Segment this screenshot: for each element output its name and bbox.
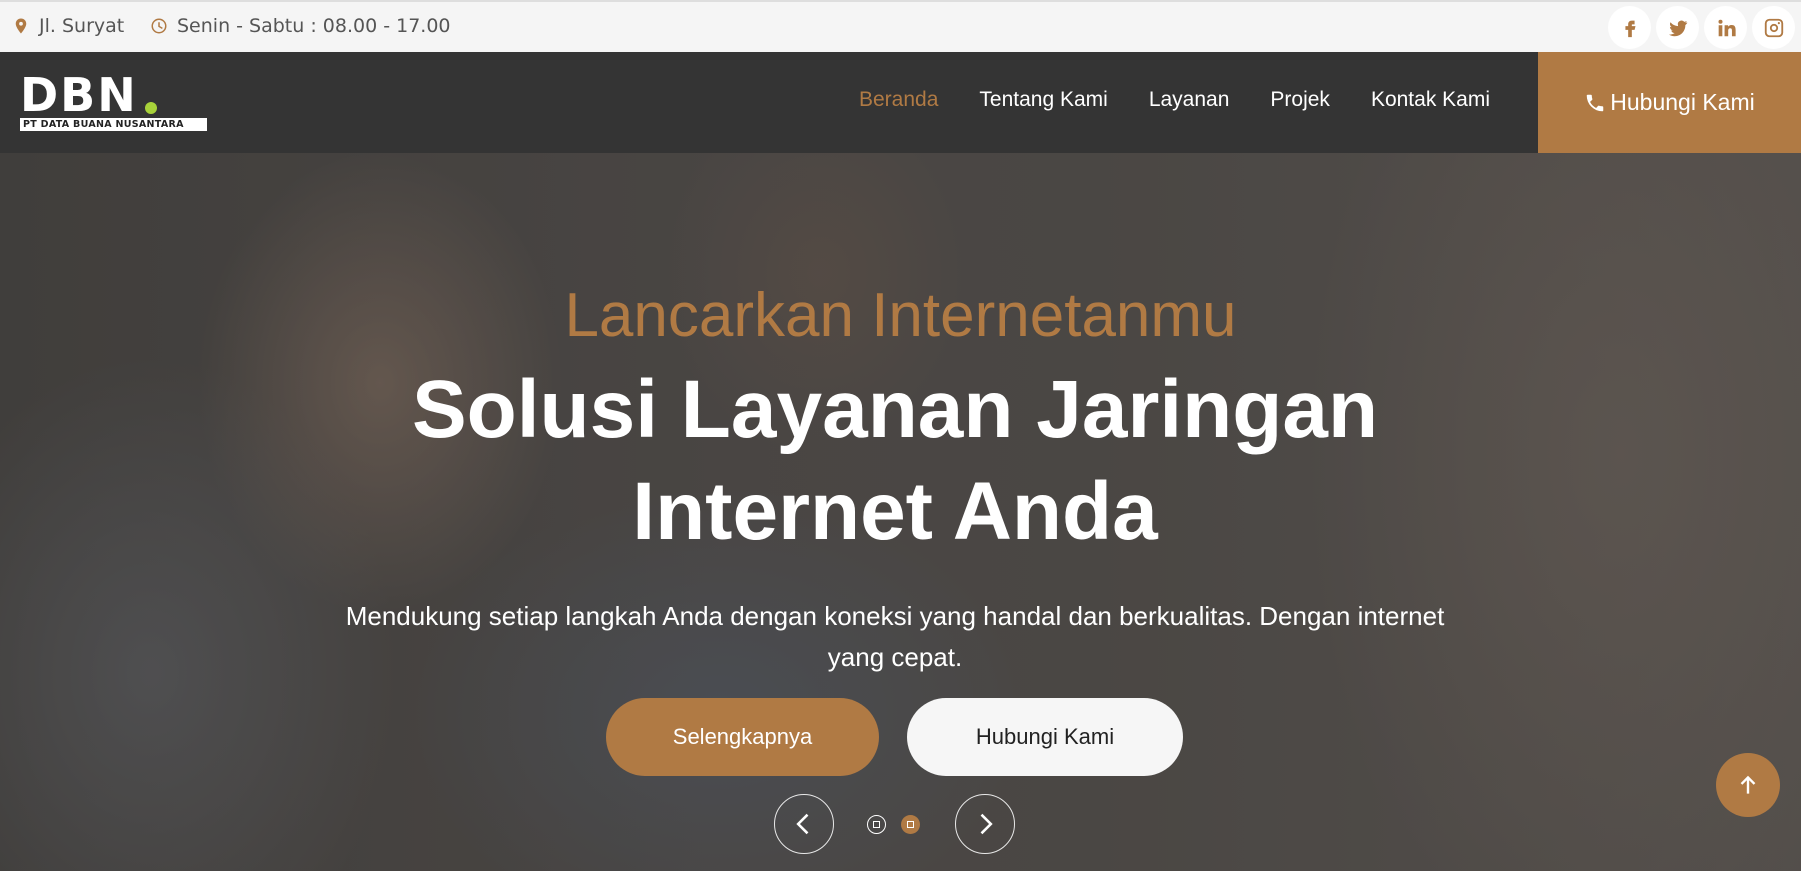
carousel-prev-button[interactable] xyxy=(774,794,834,854)
hero-eyebrow: Lancarkan Internetanmu xyxy=(564,281,1237,350)
carousel-next-button[interactable] xyxy=(955,794,1015,854)
clock-icon xyxy=(151,18,167,34)
linkedin-link[interactable] xyxy=(1704,6,1747,49)
top-info-bar: Jl. Suryat Senin - Sabtu : 08.00 - 17.00 xyxy=(0,0,1801,52)
main-navbar: DBN PT DATA BUANA NUSANTARA Beranda Tent… xyxy=(0,52,1801,153)
logo-dot xyxy=(145,102,157,114)
social-links xyxy=(1608,6,1795,49)
learn-more-button[interactable]: Selengkapnya xyxy=(606,698,879,776)
carousel-dot-2[interactable] xyxy=(901,815,920,834)
nav-item-kontak-kami[interactable]: Kontak Kami xyxy=(1371,88,1490,112)
twitter-link[interactable] xyxy=(1656,6,1699,49)
contact-us-label: Hubungi Kami xyxy=(1610,89,1755,115)
nav-item-beranda[interactable]: Beranda xyxy=(859,88,938,112)
nav-item-tentang-kami[interactable]: Tentang Kami xyxy=(979,88,1107,112)
carousel-dot-1[interactable] xyxy=(867,815,886,834)
arrow-up-icon xyxy=(1740,775,1756,794)
hero-description: Mendukung setiap langkah Anda dengan kon… xyxy=(345,601,1445,672)
hero-content: Lancarkan Internetanmu Solusi Layanan Ja… xyxy=(0,153,1801,871)
chevron-left-icon xyxy=(796,813,809,835)
linkedin-icon xyxy=(1717,19,1736,36)
hours-text: Senin - Sabtu : 08.00 - 17.00 xyxy=(177,15,451,37)
hours-info: Senin - Sabtu : 08.00 - 17.00 xyxy=(150,15,451,37)
map-pin-icon xyxy=(15,18,27,34)
scroll-to-top-button[interactable] xyxy=(1716,753,1780,817)
address-info: Jl. Suryat xyxy=(12,15,124,37)
logo-mark: DBN xyxy=(20,68,138,122)
company-logo[interactable]: DBN PT DATA BUANA NUSANTARA xyxy=(20,68,210,134)
hero-contact-button[interactable]: Hubungi Kami xyxy=(907,698,1183,776)
hero-headline: Solusi Layanan Jaringan Internet Anda xyxy=(411,364,1379,557)
facebook-icon xyxy=(1624,20,1635,37)
instagram-link[interactable] xyxy=(1752,6,1795,49)
nav-menu: Beranda Tentang Kami Layanan Projek Kont… xyxy=(859,88,1531,112)
nav-item-layanan[interactable]: Layanan xyxy=(1149,88,1230,112)
contact-us-button[interactable]: Hubungi Kami xyxy=(1538,52,1801,153)
hero-banner: Lancarkan Internetanmu Solusi Layanan Ja… xyxy=(0,153,1801,871)
instagram-icon xyxy=(1764,18,1783,37)
nav-item-projek[interactable]: Projek xyxy=(1270,88,1330,112)
facebook-link[interactable] xyxy=(1608,6,1651,49)
address-text: Jl. Suryat xyxy=(39,15,125,37)
phone-icon xyxy=(1587,94,1604,111)
chevron-right-icon xyxy=(980,813,993,835)
twitter-icon xyxy=(1668,20,1687,36)
